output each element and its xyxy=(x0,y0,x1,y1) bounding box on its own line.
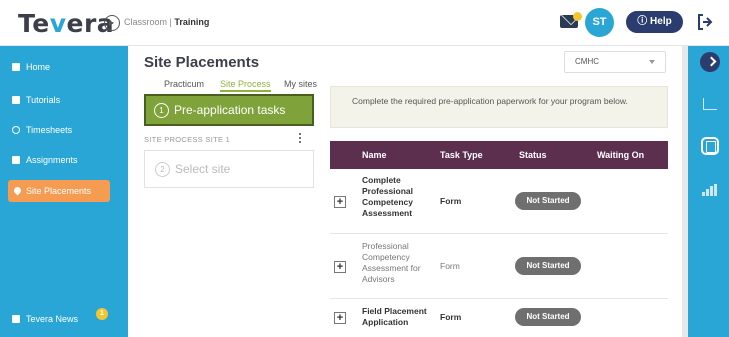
step-label: Select site xyxy=(175,162,231,176)
right-rail xyxy=(682,46,729,337)
step-pre-application-tasks[interactable]: 1 Pre-application tasks xyxy=(144,94,314,126)
expand-plus-icon[interactable]: + xyxy=(334,261,346,273)
sidebar-item-home[interactable]: Home xyxy=(0,56,128,78)
table-row[interactable]: + Complete Professional Competency Asses… xyxy=(330,169,668,234)
sidebar-item-label: Timesheets xyxy=(26,125,73,135)
task-type: Form xyxy=(440,312,462,322)
step-select-site[interactable]: 2 Select site xyxy=(144,150,314,188)
task-name: Field Placement Application xyxy=(362,306,427,327)
table-row[interactable]: + Professional Competency Assessment for… xyxy=(330,234,668,299)
next-arrow-icon[interactable] xyxy=(700,52,720,72)
column-header-name: Name xyxy=(362,150,387,160)
logo-text-prefix: Te xyxy=(18,9,50,38)
bar-chart-icon[interactable] xyxy=(702,184,718,196)
page-title: Site Placements xyxy=(144,54,260,71)
org-select[interactable]: CMHC xyxy=(564,51,666,73)
main-content: Site Placements CMHC Practicum Site Proc… xyxy=(128,46,682,337)
status-badge: Not Started xyxy=(515,257,581,275)
video-icon xyxy=(12,96,20,104)
left-sidebar: Home Tutorials Timesheets Assignments Si… xyxy=(0,46,128,337)
logo-text-v: v xyxy=(49,9,67,38)
sidebar-item-assignments[interactable]: Assignments xyxy=(0,149,128,171)
breadcrumb-root[interactable]: Classroom xyxy=(124,17,167,27)
task-type: Form xyxy=(440,196,462,206)
sidebar-item-label: Home xyxy=(26,62,51,72)
tab-site-process[interactable]: Site Process xyxy=(220,79,271,92)
tab-my-sites[interactable]: My sites xyxy=(284,79,317,89)
nav-toggle-icon[interactable] xyxy=(104,15,120,31)
top-header: Tevera Classroom | Training ST ⓘ Help xyxy=(0,0,729,46)
instructions-box: Complete the required pre-application pa… xyxy=(330,86,668,128)
tevera-logo[interactable]: Tevera xyxy=(18,9,114,38)
grid-icon xyxy=(12,63,20,71)
news-icon xyxy=(12,315,20,323)
help-button[interactable]: ⓘ Help xyxy=(626,11,683,33)
breadcrumb-current: Training xyxy=(174,17,210,27)
step-number: 2 xyxy=(155,162,170,177)
notification-dot xyxy=(573,12,582,21)
sidebar-item-timesheets[interactable]: Timesheets xyxy=(0,119,128,141)
column-header-status: Status xyxy=(519,150,547,160)
status-badge: Not Started xyxy=(515,192,581,210)
table-header: Name Task Type Status Waiting On xyxy=(330,141,668,169)
expand-plus-icon[interactable]: + xyxy=(334,196,346,208)
status-badge: Not Started xyxy=(515,308,581,326)
user-avatar[interactable]: ST xyxy=(585,8,614,37)
logout-icon[interactable] xyxy=(697,13,713,31)
folder-icon xyxy=(12,156,20,164)
step-label: Pre-application tasks xyxy=(174,103,286,117)
document-icon[interactable] xyxy=(701,137,719,155)
kebab-menu-icon[interactable] xyxy=(299,133,302,145)
table-row[interactable]: + Field Placement Application Form Not S… xyxy=(330,299,668,337)
line-chart-icon[interactable] xyxy=(703,98,717,110)
sidebar-item-label: Tutorials xyxy=(26,95,61,105)
task-type: Form xyxy=(440,261,460,271)
sidebar-item-tutorials[interactable]: Tutorials xyxy=(0,89,128,111)
news-count-badge: 1 xyxy=(96,308,108,320)
step-number: 1 xyxy=(154,103,169,118)
column-header-task-type: Task Type xyxy=(440,150,483,160)
clock-icon xyxy=(12,126,20,134)
column-header-waiting-on: Waiting On xyxy=(597,150,645,160)
sidebar-item-tevera-news[interactable]: Tevera News xyxy=(0,308,128,330)
map-pin-icon xyxy=(12,185,23,196)
task-name: Complete Professional Competency Assessm… xyxy=(362,175,414,218)
sidebar-item-label: Assignments xyxy=(26,155,78,165)
breadcrumb: Classroom | Training xyxy=(124,17,209,27)
sidebar-item-label: Site Placements xyxy=(26,186,92,196)
site-section-label: SITE PROCESS SITE 1 xyxy=(144,135,231,144)
chevron-down-icon xyxy=(649,60,655,64)
instructions-text: Complete the required pre-application pa… xyxy=(352,96,628,106)
tasks-table: Name Task Type Status Waiting On + Compl… xyxy=(330,141,668,337)
org-select-value: CMHC xyxy=(575,57,599,66)
sidebar-item-label: Tevera News xyxy=(26,314,79,324)
sidebar-item-site-placements[interactable]: Site Placements xyxy=(8,180,110,202)
tab-practicum[interactable]: Practicum xyxy=(164,79,204,89)
expand-plus-icon[interactable]: + xyxy=(334,312,346,324)
task-name: Professional Competency Assessment for A… xyxy=(362,241,421,284)
